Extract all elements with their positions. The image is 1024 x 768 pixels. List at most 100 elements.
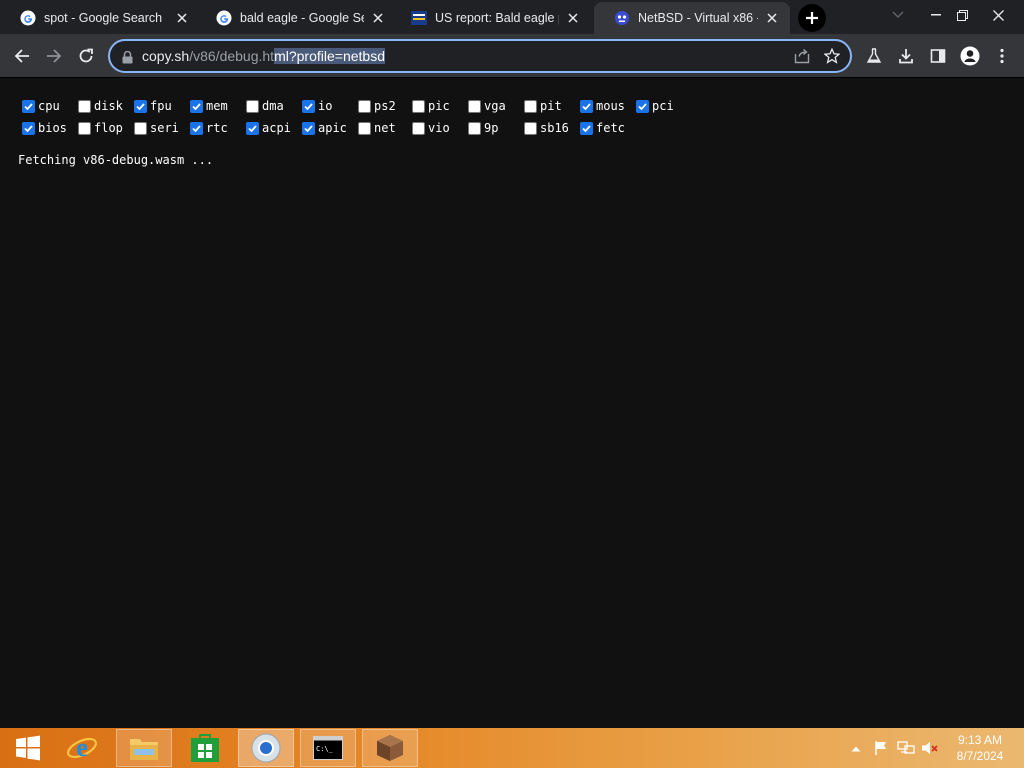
start-button[interactable]: [0, 729, 56, 767]
debug-checkbox-acpi[interactable]: [246, 121, 259, 135]
debug-option-label: io: [318, 99, 333, 113]
debug-option-label: cpu: [38, 99, 60, 113]
debug-option-pci[interactable]: pci: [636, 97, 674, 115]
debug-checkbox-pci[interactable]: [636, 99, 649, 113]
address-text[interactable]: copy.sh/v86/debug.html?profile=netbsd: [142, 48, 385, 64]
debug-checkbox-mem[interactable]: [190, 99, 203, 113]
debug-option-seri[interactable]: seri: [134, 119, 179, 137]
tab-title: bald eagle - Google Sea: [240, 11, 364, 25]
debug-checkbox-vio[interactable]: [412, 121, 425, 135]
debug-option-fetc[interactable]: fetc: [580, 119, 625, 137]
debug-checkbox-fpu[interactable]: [134, 99, 147, 113]
side-panel-button[interactable]: [924, 42, 952, 70]
show-hidden-icons-button[interactable]: [848, 728, 864, 768]
volume-muted-icon: [922, 742, 938, 754]
reload-button[interactable]: [72, 42, 100, 70]
debug-checkbox-dma[interactable]: [246, 99, 259, 113]
clock-date: 8/7/2024: [956, 749, 1004, 763]
volume-button[interactable]: [920, 728, 940, 768]
close-tab-icon[interactable]: [370, 10, 386, 26]
minecraft-button[interactable]: [362, 729, 418, 767]
debug-option-flop[interactable]: flop: [78, 119, 123, 137]
debug-checkbox-rtc[interactable]: [190, 121, 203, 135]
debug-checkbox-net[interactable]: [358, 121, 371, 135]
debug-option-disk[interactable]: disk: [78, 97, 123, 115]
debug-option-mous[interactable]: mous: [580, 97, 625, 115]
profile-button[interactable]: [956, 42, 984, 70]
labs-button[interactable]: [860, 42, 888, 70]
debug-option-bios[interactable]: bios: [22, 119, 67, 137]
debug-checkbox-pic[interactable]: [412, 99, 425, 113]
debug-option-pit[interactable]: pit: [524, 97, 562, 115]
command-prompt-button[interactable]: C:\_: [300, 729, 356, 767]
debug-checkbox-vga[interactable]: [468, 99, 481, 113]
debug-option-acpi[interactable]: acpi: [246, 119, 291, 137]
debug-option-vga[interactable]: vga: [468, 97, 506, 115]
new-tab-button[interactable]: [798, 4, 826, 32]
file-explorer-button[interactable]: [116, 729, 172, 767]
close-window-button[interactable]: [980, 0, 1016, 30]
debug-option-vio[interactable]: vio: [412, 119, 450, 137]
action-center-button[interactable]: [872, 728, 890, 768]
close-tab-icon[interactable]: [764, 10, 780, 26]
debug-option-rtc[interactable]: rtc: [190, 119, 228, 137]
debug-checkbox-io[interactable]: [302, 99, 315, 113]
close-icon: [992, 9, 1004, 21]
debug-option-label: mem: [206, 99, 228, 113]
bookmark-star-icon[interactable]: [823, 47, 841, 68]
news-site-icon: [411, 10, 427, 26]
debug-option-dma[interactable]: dma: [246, 97, 284, 115]
internet-explorer-button[interactable]: e: [54, 729, 110, 767]
chrome-button[interactable]: [238, 729, 294, 767]
url-host: copy.sh: [142, 48, 190, 64]
debug-checkbox-9p[interactable]: [468, 121, 481, 135]
debug-checkbox-disk[interactable]: [78, 99, 91, 113]
debug-checkbox-fetc[interactable]: [580, 121, 593, 135]
lock-icon[interactable]: [122, 49, 133, 68]
debug-option-ps2[interactable]: ps2: [358, 97, 396, 115]
tab-title: spot - Google Search: [44, 11, 163, 25]
chrome-menu-button[interactable]: [988, 42, 1016, 70]
downloads-button[interactable]: [892, 42, 920, 70]
debug-option-apic[interactable]: apic: [302, 119, 347, 137]
tab-bald-eagle-search[interactable]: bald eagle - Google Sea: [196, 2, 396, 34]
debug-checkbox-seri[interactable]: [134, 121, 147, 135]
debug-option-cpu[interactable]: cpu: [22, 97, 60, 115]
forward-button[interactable]: [40, 42, 68, 70]
tab-search-button[interactable]: [880, 0, 916, 30]
close-tab-icon[interactable]: [174, 10, 190, 26]
file-explorer-icon: [130, 739, 158, 760]
debug-option-sb16[interactable]: sb16: [524, 119, 569, 137]
store-button[interactable]: [177, 729, 233, 767]
debug-checkbox-mous[interactable]: [580, 99, 593, 113]
debug-option-mem[interactable]: mem: [190, 97, 228, 115]
tab-netbsd-v86[interactable]: NetBSD - Virtual x86 - d: [594, 2, 790, 34]
debug-checkbox-cpu[interactable]: [22, 99, 35, 113]
back-button[interactable]: [8, 42, 36, 70]
tab-spot-search[interactable]: spot - Google Search: [0, 2, 200, 34]
svg-text:e: e: [76, 733, 88, 762]
restore-window-button[interactable]: [944, 0, 980, 30]
debug-option-io[interactable]: io: [302, 97, 332, 115]
checkmark-icon: [192, 102, 201, 110]
debug-option-fpu[interactable]: fpu: [134, 97, 172, 115]
debug-option-label: flop: [94, 121, 123, 135]
debug-option-label: apic: [318, 121, 347, 135]
taskbar-clock[interactable]: 9:13 AM 8/7/2024: [944, 732, 1016, 764]
debug-checkbox-apic[interactable]: [302, 121, 315, 135]
debug-checkbox-bios[interactable]: [22, 121, 35, 135]
windows-logo-icon: [16, 735, 40, 761]
debug-option-pic[interactable]: pic: [412, 97, 450, 115]
network-button[interactable]: [896, 728, 916, 768]
address-bar[interactable]: copy.sh/v86/debug.html?profile=netbsd: [108, 39, 852, 73]
debug-option-9p[interactable]: 9p: [468, 119, 498, 137]
close-tab-icon[interactable]: [565, 10, 581, 26]
share-icon[interactable]: [794, 48, 810, 68]
debug-option-net[interactable]: net: [358, 119, 396, 137]
debug-checkbox-sb16[interactable]: [524, 121, 537, 135]
debug-checkbox-ps2[interactable]: [358, 99, 371, 113]
tab-us-report[interactable]: US report: Bald eagle p: [391, 2, 591, 34]
debug-checkbox-pit[interactable]: [524, 99, 537, 113]
debug-checkbox-flop[interactable]: [78, 121, 91, 135]
plus-icon: [806, 12, 818, 24]
